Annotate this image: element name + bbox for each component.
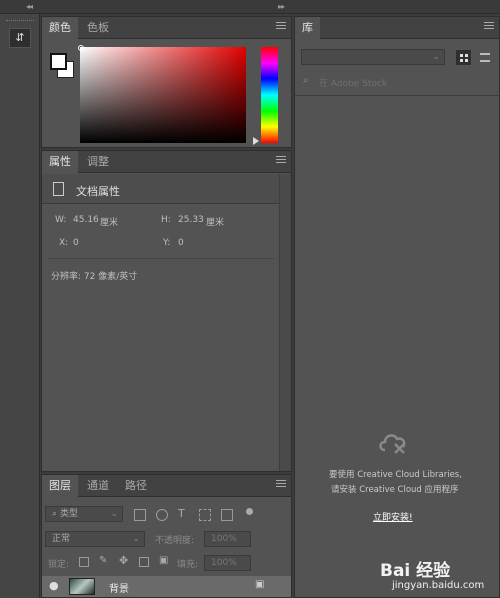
chevron-down-icon: ⌄: [110, 509, 118, 519]
blend-mode-dropdown[interactable]: 正常 ⌄: [45, 531, 145, 547]
tab-properties[interactable]: 属性: [42, 151, 78, 174]
chevron-down-icon: ⌄: [432, 52, 440, 62]
collapse-left-icon[interactable]: ◂◂: [26, 2, 33, 11]
watermark-url: jingyan.baidu.com: [392, 580, 485, 591]
doc-props-header: 文档属性: [42, 174, 291, 204]
x-label: X:: [59, 238, 69, 248]
lock-all-icon[interactable]: ▣: [159, 555, 168, 566]
filter-shape-icon[interactable]: [199, 509, 211, 521]
doc-props-title: 文档属性: [76, 185, 120, 198]
layers-panel: 图层 通道 路径 ⌕ 类型 ⌄ T 正常 ⌄ 不透明度: 100% 锁定: ✎ ✥ ▣…: [41, 474, 292, 598]
hue-slider[interactable]: [261, 47, 278, 143]
layer-filter-dropdown[interactable]: ⌕ 类型 ⌄: [45, 506, 123, 522]
panel-menu-icon[interactable]: [276, 22, 286, 32]
library-search-placeholder: 在 Adobe Stock: [319, 79, 388, 89]
lock-label: 锁定:: [48, 560, 70, 570]
lock-transparent-icon[interactable]: [79, 557, 89, 567]
h-value[interactable]: 25.33: [178, 215, 204, 225]
blend-mode-label: 正常: [52, 534, 71, 544]
properties-scrollbar[interactable]: [279, 174, 291, 471]
tab-channels[interactable]: 通道: [80, 475, 116, 497]
y-value[interactable]: 0: [178, 238, 184, 248]
foreground-color-swatch[interactable]: [50, 53, 67, 70]
lock-artboard-icon[interactable]: [139, 557, 149, 567]
document-icon: [53, 182, 64, 196]
panel-menu-icon[interactable]: [484, 22, 494, 32]
layer-row[interactable]: ● 背景 ▣: [42, 576, 291, 597]
history-tool-icon[interactable]: ⇵: [9, 28, 31, 48]
lock-brush-icon[interactable]: ✎: [99, 555, 107, 566]
properties-panel: 属性 调整 文档属性 W: 45.16 厘米 H: 25.33 厘米 X: 0 …: [41, 150, 292, 472]
opacity-label: 不透明度:: [155, 536, 195, 546]
grip[interactable]: [6, 20, 34, 22]
tool-strip: [0, 14, 40, 598]
top-bar: ◂◂ ▸▸: [0, 0, 500, 14]
w-unit: 厘米: [100, 218, 119, 228]
layers-tabbar: 图层 通道 路径: [42, 475, 291, 498]
h-unit: 厘米: [206, 218, 225, 228]
color-tabbar: 颜色 色板: [42, 17, 291, 40]
fill-field[interactable]: 100%: [204, 555, 251, 571]
resolution-text: 分辨率: 72 像素/英寸: [51, 272, 138, 282]
watermark-brand: Bai 经验: [380, 561, 451, 581]
opacity-value: 100%: [211, 534, 237, 544]
tab-color[interactable]: 颜色: [42, 17, 78, 40]
baidu-watermark: Bai 经验 jingyan.baidu.com: [380, 556, 498, 596]
y-label: Y:: [163, 238, 171, 248]
color-picker-handle[interactable]: [78, 45, 84, 51]
filter-kind-label: 类型: [60, 509, 79, 519]
color-field[interactable]: [80, 47, 246, 143]
filter-smart-object-icon[interactable]: [221, 509, 233, 521]
library-message-line1: 要使用 Creative Cloud Libraries,: [329, 470, 462, 480]
tab-adjustments[interactable]: 调整: [80, 151, 116, 173]
lock-move-icon[interactable]: ✥: [119, 554, 128, 567]
opacity-field[interactable]: 100%: [204, 531, 251, 547]
divider: [48, 258, 274, 259]
x-value[interactable]: 0: [73, 238, 79, 248]
layer-thumbnail: [69, 578, 95, 595]
fill-label: 填充:: [177, 560, 199, 570]
h-label: H:: [161, 215, 171, 225]
search-icon: ⌕: [303, 75, 309, 86]
grid-view-icon[interactable]: [455, 49, 472, 66]
properties-tabbar: 属性 调整: [42, 151, 291, 174]
eye-icon[interactable]: ●: [49, 579, 59, 592]
chevron-down-icon: ⌄: [132, 534, 140, 544]
list-view-icon[interactable]: [480, 53, 490, 62]
divider: [295, 95, 499, 96]
hue-slider-handle[interactable]: [253, 137, 259, 145]
panel-menu-icon[interactable]: [276, 156, 286, 166]
panel-menu-icon[interactable]: [276, 480, 286, 490]
filter-toggle-icon[interactable]: [246, 508, 253, 515]
library-search[interactable]: ⌕ 在 Adobe Stock: [301, 74, 497, 90]
filter-adjustment-icon[interactable]: [156, 509, 168, 521]
cloud-disconnected-icon: [379, 434, 406, 454]
install-now-link[interactable]: 立即安装!: [373, 510, 413, 523]
w-label: W:: [55, 215, 67, 225]
expand-right-icon[interactable]: ▸▸: [278, 2, 285, 11]
tab-library[interactable]: 库: [295, 17, 320, 40]
library-panel: 库 ⌄ ⌕ 在 Adobe Stock 要使用 Creative Cloud L…: [294, 16, 500, 598]
filter-pixel-icon[interactable]: [134, 509, 146, 521]
library-select[interactable]: ⌄: [301, 49, 445, 65]
tab-paths[interactable]: 路径: [118, 475, 154, 497]
filter-type-icon[interactable]: T: [178, 507, 185, 520]
layer-name[interactable]: 背景: [109, 580, 129, 595]
library-message-line2: 请安装 Creative Cloud 应用程序: [331, 485, 459, 495]
color-panel: 颜色 色板: [41, 16, 292, 148]
search-icon: ⌕: [52, 509, 58, 519]
library-tabbar: 库: [295, 17, 499, 40]
w-value[interactable]: 45.16: [73, 215, 99, 225]
tab-swatches[interactable]: 色板: [80, 17, 116, 39]
fill-value: 100%: [211, 558, 237, 568]
tab-layers[interactable]: 图层: [42, 475, 78, 498]
lock-icon: ▣: [255, 579, 265, 590]
